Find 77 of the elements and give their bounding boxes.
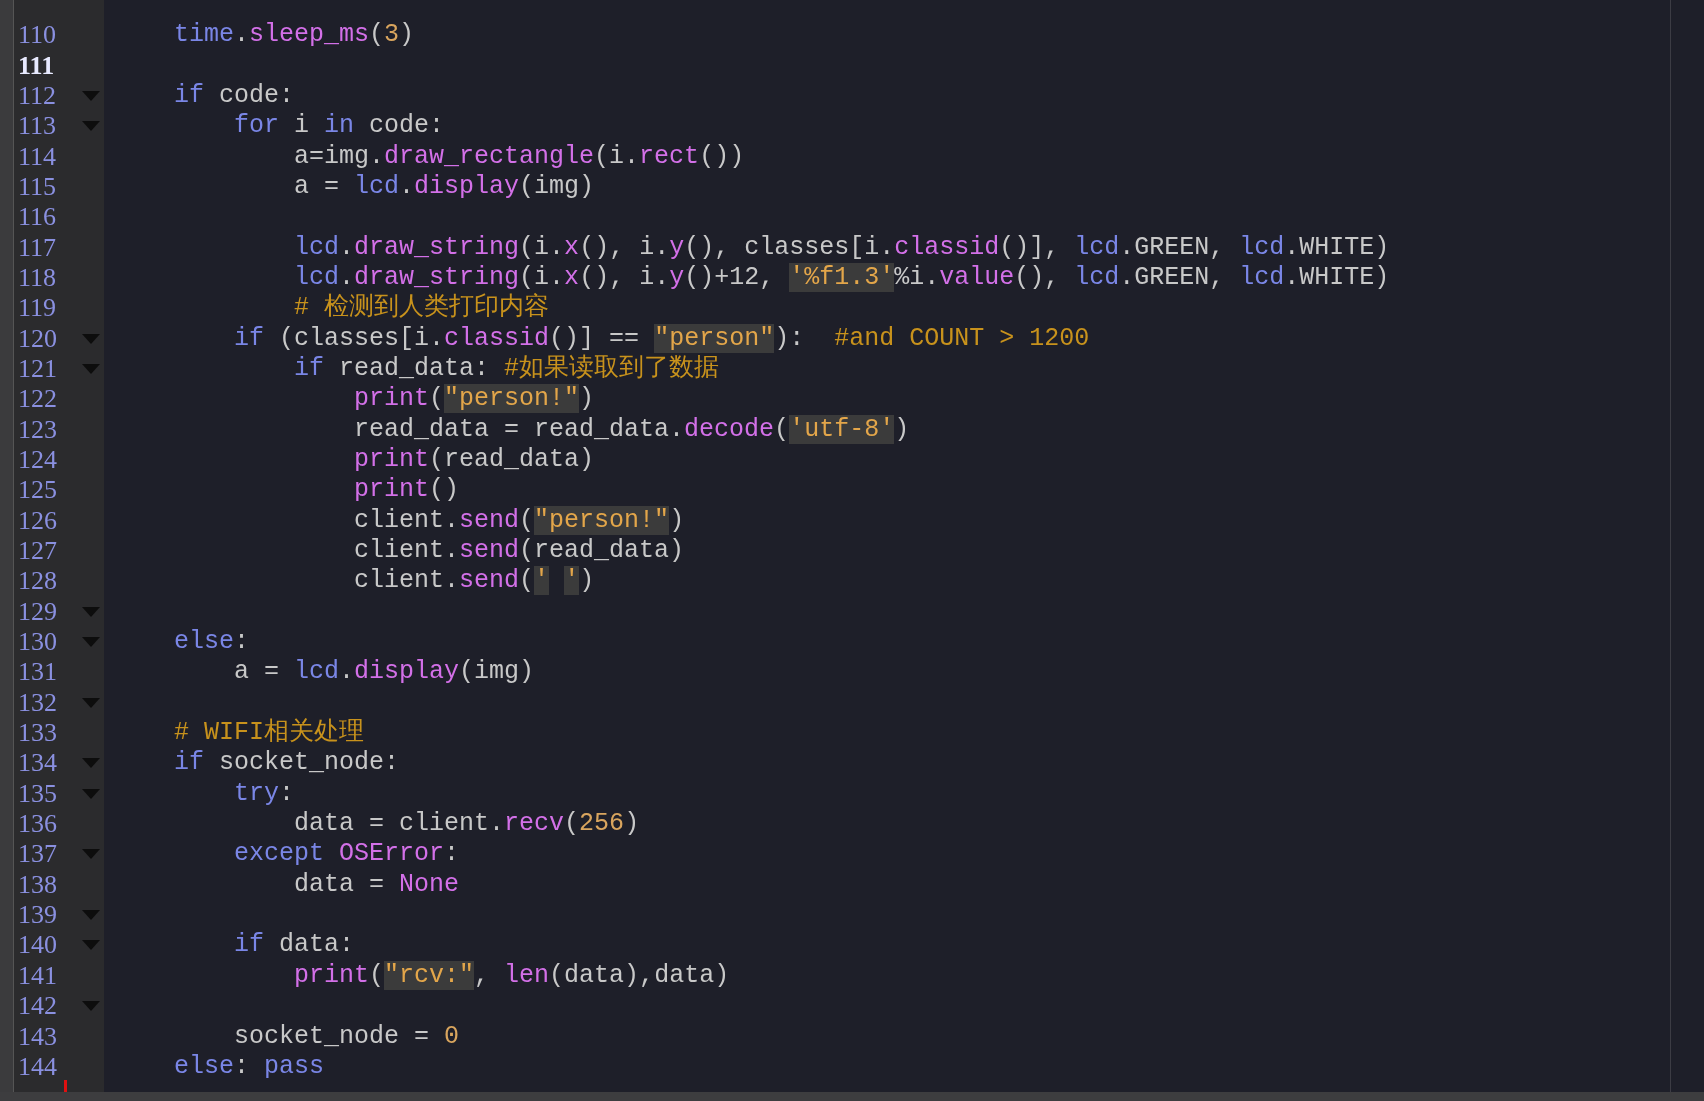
line-number: 129 [17, 596, 58, 627]
code-line: data = client.recv(256) [293, 810, 640, 839]
line-number: 144 [17, 1051, 58, 1082]
code-line: time.sleep_ms(3) [173, 21, 415, 50]
code-line: lcd.draw_string(i.x(), i.y()+12, '%f1.3'%i.value(), lcd.GREEN, lcd.WHITE) [293, 263, 1390, 292]
code-line: try: [233, 779, 295, 808]
code-line: if socket_node: [173, 749, 400, 778]
code-line: if code: [173, 81, 295, 110]
line-number: 143 [17, 1021, 58, 1052]
code-line: a = lcd.display(img) [293, 172, 595, 201]
line-number: 127 [17, 536, 58, 566]
code-line: print(read_data) [353, 446, 595, 474]
code-line: if data: [233, 931, 355, 960]
error-marker [64, 1080, 67, 1092]
fold-arrow-icon[interactable] [82, 121, 100, 132]
fold-arrow-icon[interactable] [82, 910, 100, 921]
code-line: except OSError: [233, 840, 460, 869]
code-line: for i in code: [233, 112, 445, 141]
line-number: 110 [17, 20, 58, 51]
line-number: 131 [17, 657, 58, 688]
fold-arrow-icon[interactable] [82, 940, 100, 951]
line-number: 123 [17, 414, 58, 445]
code-line: lcd.draw_string(i.x(), i.y(), classes[i.classid()], lcd.GREEN, lcd.WHITE) [293, 233, 1390, 262]
line-number: 142 [17, 991, 58, 1022]
line-number: 115 [17, 171, 58, 202]
line-number: 130 [17, 627, 58, 658]
code-line: client.send(' ') [353, 567, 595, 596]
line-number: 139 [17, 900, 58, 931]
fold-arrow-icon[interactable] [82, 637, 100, 648]
line-number: 116 [17, 202, 58, 233]
code-line: a = lcd.display(img) [233, 658, 535, 687]
line-number: 132 [17, 687, 58, 718]
line-number: 140 [17, 930, 58, 961]
line-number: 113 [17, 111, 58, 142]
code-line: else: pass [173, 1052, 325, 1081]
code-line: print() [353, 476, 460, 505]
code-line: client.send(read_data) [353, 537, 685, 565]
line-number: 138 [17, 869, 58, 900]
code-line: if (classes[i.classid()] == "person"): #and COUNT > 1200 [233, 324, 1090, 353]
line-number: 134 [17, 748, 58, 779]
line-number: 119 [17, 293, 58, 324]
line-number: 122 [17, 384, 58, 415]
code-line: a=img.draw_rectangle(i.rect()) [293, 142, 745, 171]
line-number: 121 [17, 353, 58, 384]
code-line: data = None [293, 870, 460, 899]
code-line: # 检测到人类打印内容 [293, 294, 550, 323]
code-line: socket_node = 0 [233, 1022, 460, 1051]
code-line: client.send("person!") [353, 506, 685, 535]
line-number: 111 [17, 50, 56, 81]
code-line: else: [173, 628, 250, 657]
line-number: 141 [17, 960, 58, 991]
fold-arrow-icon[interactable] [82, 849, 100, 860]
code-line: # WIFI相关处理 [173, 719, 365, 748]
line-number: 135 [17, 778, 58, 809]
line-number: 120 [17, 323, 58, 354]
line-number: 114 [17, 141, 58, 172]
line-number: 137 [17, 839, 58, 870]
code-line: if read_data: #如果读取到了数据 [293, 354, 720, 383]
code-line: print("rcv:", len(data),data) [293, 961, 730, 990]
line-number: 126 [17, 505, 58, 536]
fold-arrow-icon[interactable] [82, 697, 100, 708]
line-number: 124 [17, 445, 58, 475]
fold-arrow-icon[interactable] [82, 1001, 100, 1012]
fold-arrow-icon[interactable] [82, 90, 100, 101]
fold-arrow-icon[interactable] [82, 606, 100, 617]
fold-arrow-icon[interactable] [82, 363, 100, 374]
code-line: read_data = read_data.decode('utf-8') [353, 415, 910, 444]
line-number: 128 [17, 566, 58, 597]
fold-arrow-icon[interactable] [82, 758, 100, 769]
line-number: 133 [17, 718, 58, 749]
line-number: 117 [17, 232, 58, 263]
line-number: 112 [17, 80, 58, 111]
line-number: 136 [17, 809, 58, 840]
fold-arrow-icon[interactable] [82, 333, 100, 344]
line-number: 118 [17, 262, 58, 293]
line-number: 125 [17, 475, 58, 506]
fold-arrow-icon[interactable] [82, 788, 100, 799]
